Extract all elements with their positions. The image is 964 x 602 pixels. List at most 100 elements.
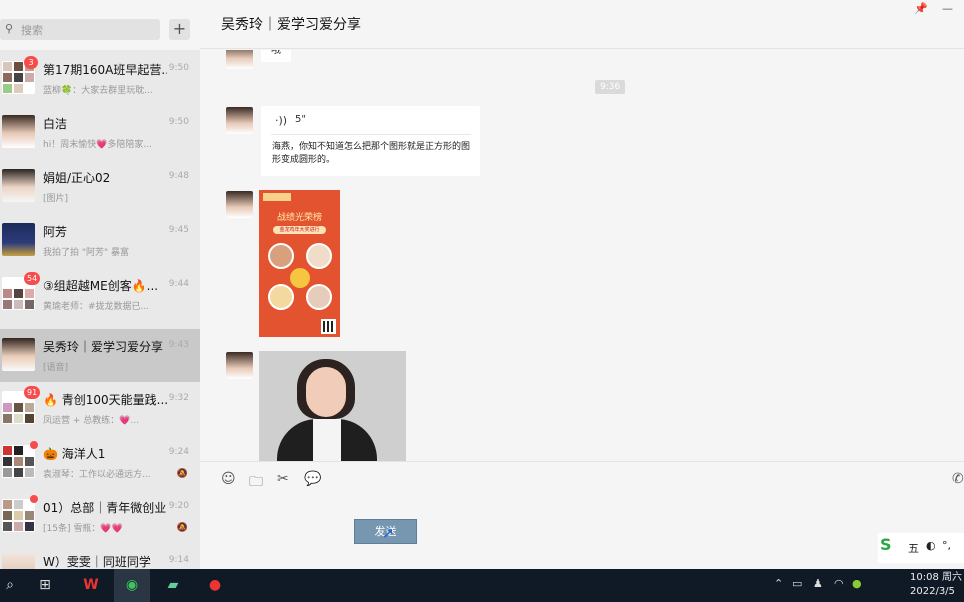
chat-header: 吴秀玲｜爱学习爱分享 📌 — <box>200 0 964 49</box>
poster-image[interactable]: 战绩光荣榜 金龙鸡年大奖进行 <box>259 190 340 337</box>
clock-date: 2022/3/5 <box>910 586 955 597</box>
input-toolbar: ☺ 🗀 ✂ 💬 ✆ <box>200 461 964 499</box>
divider <box>271 134 471 135</box>
task-view-icon[interactable]: ⊞ <box>27 569 63 602</box>
search-icon[interactable]: ⌕ <box>0 569 28 602</box>
wifi-icon[interactable]: ◠ <box>834 577 844 590</box>
chat-preview: 我拍了拍 "阿芳" 暴富 <box>43 248 130 258</box>
portrait-circle <box>268 243 294 269</box>
chat-name: 01）总部｜青年微创业 <box>43 501 167 515</box>
search-icon: ⚲ <box>5 22 14 35</box>
contact-avatar <box>2 338 35 371</box>
ime-toolbar[interactable]: S 五 ◐ °, <box>878 533 964 563</box>
qr-code-icon <box>321 319 336 334</box>
poster-subtitle: 金龙鸡年大奖进行 <box>273 226 326 234</box>
chat-list-item[interactable]: 白洁 9:50 hi！周末愉快💗多陪陪家... <box>0 106 200 159</box>
phone-icon[interactable]: ✆ <box>952 471 964 487</box>
add-chat-button[interactable]: + <box>169 19 190 40</box>
recorder-icon[interactable]: ● <box>197 569 233 602</box>
chat-time: 9:45 <box>168 225 189 235</box>
unread-badge: 3 <box>24 56 38 69</box>
portrait-circle <box>268 284 294 310</box>
punctuation-icon: °, <box>942 539 951 552</box>
app-icon[interactable]: ▰ <box>155 569 191 602</box>
chat-name: ③组超越ME创客🔥... <box>43 279 159 293</box>
voice-duration: 5" <box>295 114 306 125</box>
chat-list-item[interactable]: 54 ③组超越ME创客🔥... 9:44 黄瑜老师：#拢龙数据已... <box>0 268 200 321</box>
message-timestamp: 9:36 <box>595 80 626 94</box>
text-message[interactable]: 哦 <box>261 50 291 62</box>
scissors-icon[interactable]: ✂ <box>277 471 289 487</box>
send-button[interactable]: 发送 ➚ <box>354 519 417 544</box>
chat-title: 吴秀玲｜爱学习爱分享 <box>221 17 361 33</box>
chat-list-item[interactable]: 91 🔥 青创100天能量践... 9:32 凤运营 + 总教练：💗... <box>0 382 200 435</box>
voice-message[interactable]: ·)) 5" 海燕，你知不知道怎么把那个图形就是正方形的图形变成圆形的。 <box>261 106 480 176</box>
photo-image[interactable] <box>259 351 406 461</box>
search-row: ⚲ 搜索 + <box>0 0 200 50</box>
photo-dress-stripe <box>313 419 341 461</box>
emoji-icon[interactable]: ☺ <box>221 471 236 487</box>
unread-dot <box>30 441 38 449</box>
group-avatar <box>2 499 35 532</box>
chat-preview: [15条] 雪瓶：💗💗 <box>43 524 123 534</box>
minimize-icon[interactable]: — <box>942 2 953 15</box>
chat-list-item-active[interactable]: 吴秀玲｜爱学习爱分享 9:43 [语音] <box>0 329 200 382</box>
tray-app-icon[interactable]: ● <box>852 577 862 590</box>
message-input[interactable]: 发送 ➚ S 五 ◐ °, <box>200 499 964 569</box>
poster-logo <box>263 193 291 201</box>
mute-bell-icon: 🔕 <box>176 469 188 479</box>
taskbar-clock[interactable]: 10:08 周六 2022/3/5 <box>910 571 964 599</box>
chat-list-item[interactable]: W）雯雯｜同班同学 9:14 <box>0 544 200 569</box>
chat-preview: [语音] <box>43 363 69 373</box>
chat-time: 9:24 <box>168 447 189 457</box>
tray-expand-icon[interactable]: ⌃ <box>774 577 783 590</box>
clock-time: 10:08 周六 <box>910 572 962 583</box>
unread-badge: 54 <box>24 272 41 285</box>
contact-avatar <box>2 553 35 569</box>
contact-avatar <box>2 223 35 256</box>
portrait-circle <box>306 243 332 269</box>
gold-medal-icon <box>290 268 310 288</box>
contact-avatar <box>2 169 35 202</box>
ime-logo-icon: S <box>880 535 892 554</box>
chat-name: 阿芳 <box>43 225 68 239</box>
chat-time: 9:50 <box>168 117 189 127</box>
search-input[interactable]: ⚲ 搜索 <box>0 19 160 40</box>
chat-list-item[interactable]: 🎃 海洋人1 9:24 袁淑琴：工作以必通远方... 🔕 <box>0 436 200 489</box>
poster-title: 战绩光荣榜 <box>276 213 322 223</box>
message-text: 哦 <box>271 50 281 56</box>
chat-name: 🔥 青创100天能量践... <box>43 393 167 407</box>
chat-bubble-icon[interactable]: 💬 <box>304 471 321 487</box>
tray-app-icon[interactable]: ▭ <box>792 577 802 590</box>
chat-name: 吴秀玲｜爱学习爱分享 <box>43 340 164 354</box>
sender-avatar[interactable] <box>226 50 253 69</box>
pin-icon[interactable]: 📌 <box>914 2 928 15</box>
unread-dot <box>30 495 38 503</box>
sender-avatar[interactable] <box>226 107 253 134</box>
chat-list-item[interactable]: 阿芳 9:45 我拍了拍 "阿芳" 暴富 <box>0 214 200 267</box>
folder-icon[interactable]: 🗀 <box>249 471 263 495</box>
chat-list-item[interactable]: 01）总部｜青年微创业 9:20 [15条] 雪瓶：💗💗 🔕 <box>0 490 200 543</box>
wechat-icon[interactable]: ◉ <box>114 569 150 602</box>
chat-preview: 黄瑜老师：#拢龙数据已... <box>43 302 150 312</box>
search-placeholder: 搜索 <box>21 24 43 37</box>
chat-time: 9:14 <box>168 555 189 565</box>
sender-avatar[interactable] <box>226 352 253 379</box>
windows-taskbar: ⌕ ⊞ W ◉ ▰ ● ⌃ ▭ ♟ ◠ ● 10:08 周六 2022/3/5 <box>0 569 964 602</box>
chat-time: 9:43 <box>168 340 189 350</box>
chat-preview: 蓝柳🍀：大家去群里玩耽... <box>43 86 153 96</box>
tray-app-icon[interactable]: ♟ <box>813 577 823 590</box>
contact-avatar <box>2 115 35 148</box>
chat-time: 9:32 <box>168 393 189 403</box>
photo-face <box>306 367 346 417</box>
chat-name: 🎃 海洋人1 <box>43 447 106 461</box>
sender-avatar[interactable] <box>226 191 253 218</box>
chat-name: W）雯雯｜同班同学 <box>43 555 151 569</box>
chat-time: 9:44 <box>168 279 189 289</box>
chat-list-item[interactable]: 3 第17期160A班早起营... 9:50 蓝柳🍀：大家去群里玩耽... <box>0 52 200 105</box>
wechat-window: ⚲ 搜索 + 3 第17期160A班早起营... 9:50 蓝柳🍀：大家去群里玩… <box>0 0 964 569</box>
wps-icon[interactable]: W <box>73 569 109 602</box>
chat-list-item[interactable]: 娟姐/正心02 9:48 [图片] <box>0 160 200 213</box>
voice-wave-icon: ·)) <box>275 114 288 127</box>
chat-preview: hi！周末愉快💗多陪陪家... <box>43 140 152 150</box>
